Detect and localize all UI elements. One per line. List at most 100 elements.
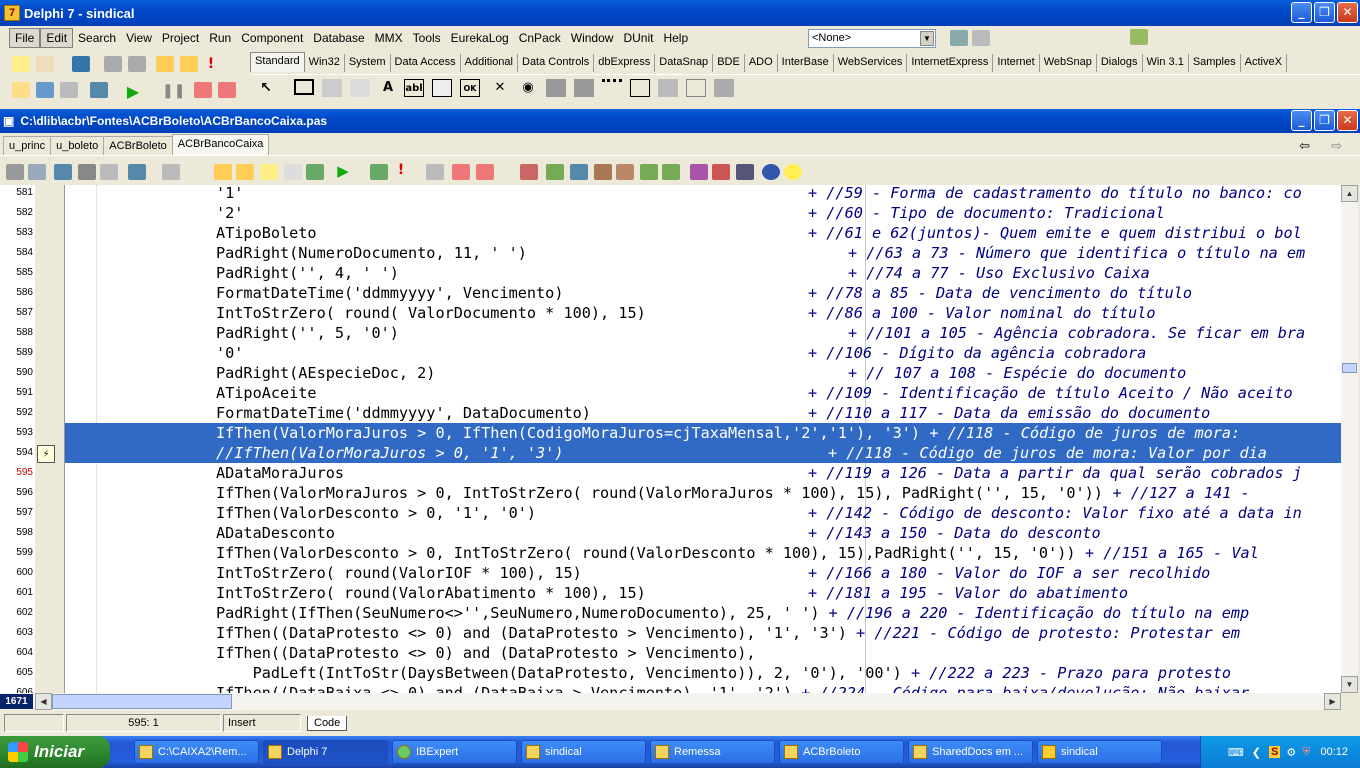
tool-icon-14[interactable] — [426, 164, 444, 180]
taskbar-item-shareddocs[interactable]: SharedDocs em ... — [908, 740, 1033, 764]
menu-window[interactable]: Window — [566, 29, 619, 47]
code-line[interactable]: '0' + //106 - Dígito da agência cobradora — [65, 343, 1341, 363]
label-icon[interactable]: A — [378, 79, 398, 97]
horizontal-scrollbar[interactable]: 1671 ◀ ▶ — [0, 693, 1341, 710]
pointer-icon[interactable]: ↖ — [256, 79, 276, 97]
keyboard-icon[interactable]: ⌨ — [1228, 746, 1244, 759]
tool-icon-16[interactable] — [476, 164, 494, 180]
menu-dunit[interactable]: DUnit — [618, 29, 658, 47]
combobox-icon[interactable] — [574, 79, 594, 97]
palette-tab-standard[interactable]: Standard — [250, 52, 305, 72]
remove-file-icon[interactable] — [180, 56, 198, 72]
menu-search[interactable]: Search — [73, 29, 121, 47]
run-icon[interactable]: ▶ — [124, 82, 142, 101]
nav-forward-icon[interactable]: ⇨ — [1331, 138, 1342, 154]
step-over-icon[interactable] — [218, 82, 236, 98]
tool-icon-13[interactable] — [370, 164, 388, 180]
code-line[interactable]: IfThen((DataProtesto <> 0) and (DataProt… — [65, 643, 1341, 663]
view-form-icon[interactable] — [36, 82, 54, 98]
save-all-icon[interactable] — [104, 56, 122, 72]
minimize-button[interactable]: _ — [1291, 2, 1312, 23]
palette-tab-ado[interactable]: ADO — [745, 54, 778, 72]
button-icon[interactable]: OK — [460, 79, 480, 97]
tab-acbrboleto[interactable]: ACBrBoleto — [103, 136, 173, 155]
close-button[interactable]: ✕ — [1337, 2, 1358, 23]
tool-icon-1[interactable] — [6, 164, 24, 180]
editor-close-button[interactable]: ✕ — [1337, 110, 1358, 131]
tool-icon-22[interactable] — [640, 164, 658, 180]
save-desktop-icon[interactable] — [950, 30, 968, 46]
tool-icon-10[interactable] — [260, 164, 278, 180]
code-line[interactable]: IfThen((DataBaixa <> 0) and (DataBaixa >… — [65, 683, 1341, 693]
code-line[interactable]: ATipoBoleto + //61 e 62(juntos)- Quem emi… — [65, 223, 1341, 243]
tool-icon-4[interactable] — [78, 164, 96, 180]
tab-acbrbancocaixa[interactable]: ACBrBancoCaixa — [171, 134, 270, 155]
tab-u-princ[interactable]: u_princ — [3, 136, 52, 155]
code-line[interactable]: PadRight(NumeroDocumento, 11, ' ') + //63… — [65, 243, 1341, 263]
lightbulb-icon[interactable] — [784, 164, 802, 180]
scroll-left-icon[interactable]: ◀ — [35, 693, 52, 710]
radiogroup-icon[interactable] — [658, 79, 678, 97]
code-line[interactable]: '1' + //59 - Forma de cadastramento do tí… — [65, 185, 1341, 203]
code-line[interactable]: PadRight(AEspecieDoc, 2) + // 107 a 108 -… — [65, 363, 1341, 383]
palette-tab-samples[interactable]: Samples — [1189, 54, 1241, 72]
tool-icon-7[interactable] — [162, 164, 180, 180]
new-form-icon[interactable] — [90, 82, 108, 98]
code-line[interactable]: IfThen(ValorDesconto > 0, '1', '0') + //1… — [65, 503, 1341, 523]
palette-tab-datasnap[interactable]: DataSnap — [655, 54, 714, 72]
add-file-icon[interactable] — [156, 56, 174, 72]
code-line[interactable]: //IfThen(ValorMoraJuros > 0, '1', '3') + … — [65, 443, 1341, 463]
tab-u-boleto[interactable]: u_boleto — [50, 136, 105, 155]
restore-button[interactable]: ❐ — [1314, 2, 1335, 23]
tool-icon-12[interactable] — [306, 164, 324, 180]
tool-icon-2[interactable] — [28, 164, 46, 180]
menu-database[interactable]: Database — [308, 29, 369, 47]
palette-tab-websnap[interactable]: WebSnap — [1040, 54, 1097, 72]
editor-title-bar[interactable]: ▣ C:\dlib\acbr\Fontes\ACBrBoleto\ACBrBan… — [0, 109, 1360, 133]
code-line[interactable]: PadLeft(IntToStr(DaysBetween(DataProtest… — [65, 663, 1341, 683]
menu-mmx[interactable]: MMX — [370, 29, 408, 47]
code-line[interactable]: FormatDateTime('ddmmyyyy', Vencimento) + … — [65, 283, 1341, 303]
code-line[interactable]: IfThen(ValorMoraJuros > 0, IntToStrZero(… — [65, 483, 1341, 503]
tray-arrow-icon[interactable]: ❮ — [1252, 746, 1261, 759]
taskbar-item-delphi[interactable]: Delphi 7 — [263, 740, 388, 764]
editor-exclamation-icon[interactable]: ! — [392, 162, 410, 178]
tool-icon-9[interactable] — [236, 164, 254, 180]
code-line[interactable]: FormatDateTime('ddmmyyyy', DataDocumento… — [65, 403, 1341, 423]
code-line[interactable]: PadRight('', 5, '0') + //101 a 105 - Agên… — [65, 323, 1341, 343]
tool-icon-18[interactable] — [546, 164, 564, 180]
palette-tab-activex[interactable]: ActiveX — [1241, 54, 1287, 72]
menu-project[interactable]: Project — [157, 29, 204, 47]
actionlist-icon[interactable] — [714, 79, 734, 97]
mainmenu-icon[interactable] — [322, 79, 342, 97]
book-icon[interactable] — [1130, 29, 1148, 45]
menu-run[interactable]: Run — [204, 29, 236, 47]
tool-icon-23[interactable] — [662, 164, 680, 180]
code-tab[interactable]: Code — [307, 715, 348, 731]
bookmark-icon[interactable]: ⚡ — [37, 445, 55, 463]
chevron-down-icon[interactable]: ▼ — [920, 31, 934, 46]
code-line[interactable]: PadRight(IfThen(SeuNumero<>'',SeuNumero,… — [65, 603, 1341, 623]
vertical-scrollbar[interactable]: ▲ ▼ — [1341, 185, 1358, 693]
panel-icon[interactable] — [686, 79, 706, 97]
nav-back-icon[interactable]: ⇦ — [1299, 138, 1310, 154]
code-line[interactable]: IntToStrZero( round( ValorDocumento * 10… — [65, 303, 1341, 323]
palette-tab-bde[interactable]: BDE — [713, 54, 745, 72]
listbox-icon[interactable] — [546, 79, 566, 97]
tool-icon-3[interactable] — [54, 164, 72, 180]
desktop-combo[interactable]: <None> ▼ — [808, 29, 936, 48]
menu-edit[interactable]: Edit — [40, 28, 74, 48]
tool-icon-6[interactable] — [128, 164, 146, 180]
menu-view[interactable]: View — [121, 29, 157, 47]
checkbox-icon[interactable]: ✕ — [490, 79, 510, 97]
tool-icon-26[interactable] — [736, 164, 754, 180]
menu-tools[interactable]: Tools — [408, 29, 446, 47]
security-icon[interactable]: ⛨ — [1302, 746, 1310, 759]
menu-component[interactable]: Component — [236, 29, 308, 47]
view-unit-icon[interactable] — [12, 82, 30, 98]
code-line[interactable]: IfThen(ValorMoraJuros > 0, IfThen(Codigo… — [65, 423, 1341, 443]
open-icon[interactable] — [36, 56, 54, 72]
network-icon[interactable]: ⚙ — [1286, 746, 1296, 759]
tool-icon-24[interactable] — [690, 164, 708, 180]
horizontal-scroll-thumb[interactable] — [52, 694, 232, 709]
